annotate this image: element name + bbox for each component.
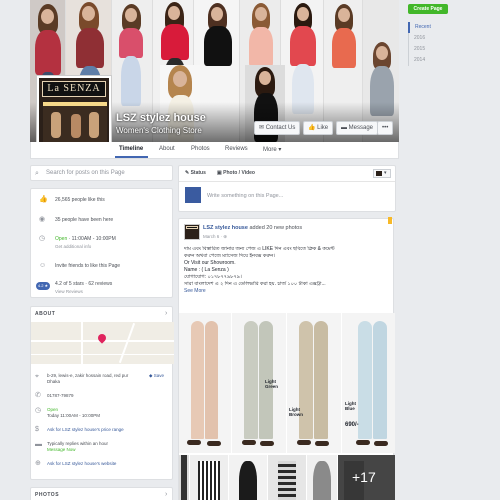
thumbnail-1[interactable] (179, 455, 189, 500)
response-time[interactable]: Typically replies within an hour Message … (47, 441, 108, 453)
invite-friends-link[interactable]: Invite friends to like this Page (55, 263, 120, 269)
tab-timeline[interactable]: Timeline (119, 146, 143, 152)
page-search-box[interactable]: ⌕ Search for posts on this Page (30, 165, 173, 181)
globe-icon: ⊕ (223, 234, 228, 239)
year-2016[interactable]: 2016 (409, 33, 431, 44)
photo-video-tab[interactable]: ▣ Photo / Video (217, 170, 255, 176)
current-user-avatar (185, 187, 201, 203)
pants-photo-4[interactable]: Light Blue 690/- (342, 313, 395, 453)
address[interactable]: b-29, lewis-e, zakir hossain road, red p… (47, 373, 142, 385)
bookmark-icon (388, 217, 392, 224)
website-link[interactable]: Ask for LSZ stylez house's website (47, 461, 116, 467)
tab-more[interactable]: More ▾ (263, 146, 281, 153)
page-stats-card: 👍 26,565 people like this ◉ 35 people ha… (30, 188, 173, 298)
post-author-avatar[interactable] (184, 224, 200, 240)
phone-icon: ✆ (35, 392, 41, 399)
been-here-count[interactable]: 35 people have been here (55, 217, 113, 223)
price-range-link[interactable]: Ask for LSZ stylez house's price range (47, 427, 124, 433)
post-timestamp[interactable]: March 6 · ⊕ (203, 234, 227, 240)
location-map[interactable] (31, 322, 174, 364)
post-header: LSZ stylez house added 20 new photos (203, 225, 303, 231)
message-button[interactable]: ▬ Message (336, 121, 379, 135)
facebook-page: La SENZA LSZ stylez house Women's Clothi… (0, 0, 500, 500)
year-recent[interactable]: Recent (408, 22, 431, 33)
create-page-button[interactable]: Create Page (408, 4, 448, 14)
opening-hours[interactable]: Open · 11:00AM - 10:00PM Get additional i… (55, 236, 116, 249)
active-tab-indicator (115, 156, 148, 158)
tab-about[interactable]: About (159, 146, 175, 152)
light-blue-label: Light Blue (345, 401, 356, 411)
year-2014[interactable]: 2014 (409, 55, 431, 66)
clock-icon: ◷ (35, 407, 42, 414)
about-heading[interactable]: ABOUT (35, 311, 55, 317)
thumbnail-5[interactable] (307, 455, 337, 500)
chevron-right-icon[interactable]: › (165, 310, 167, 318)
photos-heading[interactable]: PHOTOS (35, 492, 59, 498)
search-placeholder: Search for posts on this Page (46, 170, 125, 176)
thumbnail-4[interactable] (268, 455, 306, 500)
save-button[interactable]: ◆ Save (149, 373, 164, 379)
post-photo-thumbnails: +17 (179, 455, 395, 500)
envelope-icon: ✉ (259, 125, 266, 131)
pants-photo-3[interactable]: Light Brown (287, 313, 341, 453)
right-rail: Create Page Recent 2016 2015 2014 (405, 0, 500, 500)
post-author-link[interactable]: LSZ stylez house (203, 225, 248, 231)
rating-summary[interactable]: 4.2 of 5 stars · 62 reviews View Reviews (55, 281, 112, 294)
post-text: দাম এবং বিস্তারিত জানার জন্য পেজ এ LIKE … (184, 246, 390, 295)
tab-photos[interactable]: Photos (191, 146, 210, 152)
page-category[interactable]: Women's Clothing Store (116, 126, 202, 135)
thumbnail-2[interactable] (190, 455, 228, 500)
tab-reviews[interactable]: Reviews (225, 146, 248, 152)
thumbs-up-icon: 👍 (308, 125, 318, 131)
likes-count[interactable]: 26,565 people like this (55, 197, 105, 203)
search-icon: ⌕ (35, 170, 39, 177)
year-navigation: Recent 2016 2015 2014 (408, 22, 431, 66)
price-label: 690/- (345, 422, 359, 428)
pants-photo-1[interactable] (179, 313, 231, 453)
hours[interactable]: Open Today 11:00AM - 10:00PM (47, 407, 100, 419)
contact-us-button[interactable]: ✉ Contact Us (254, 121, 301, 135)
phone-number[interactable]: 01787-79879 (47, 393, 74, 399)
chevron-right-icon[interactable]: › (165, 491, 167, 499)
location-icon: ◉ (39, 216, 46, 223)
storefront-image (43, 102, 107, 146)
message-icon: ▬ (341, 125, 349, 131)
rating-badge: 4.2 ★ (36, 282, 50, 290)
photo-post: LSZ stylez house added 20 new photos Mar… (178, 217, 395, 500)
price-tag-icon: $ (35, 426, 39, 433)
photos-card: PHOTOS › (30, 487, 173, 500)
like-button[interactable]: 👍 Like (303, 121, 334, 135)
thumbnail-more[interactable]: +17 (338, 455, 395, 500)
profile-picture[interactable]: La SENZA (36, 75, 112, 151)
light-brown-label: Light Brown (289, 407, 303, 417)
see-more-link[interactable]: See More (184, 288, 390, 295)
about-card: ABOUT › ⌖ b-29, lewis-e, zakir hossain r… (30, 306, 174, 480)
location-pin-icon: ⌖ (35, 373, 39, 380)
more-photos-count: +17 (352, 469, 376, 485)
more-options-button[interactable]: ••• (377, 121, 394, 135)
page-tabs: Timeline About Photos Reviews More ▾ (30, 142, 399, 159)
year-2015[interactable]: 2015 (409, 44, 431, 55)
light-green-label: Light Green (265, 379, 279, 389)
status-input[interactable]: Write something on this Page... (207, 193, 283, 199)
post-photo-main[interactable]: Light Green Light Brown Light Blue 690/- (179, 313, 395, 453)
like-icon: 👍 (39, 196, 48, 203)
message-icon: ▬ (35, 441, 42, 448)
thumbnail-3[interactable] (229, 455, 267, 500)
status-composer: ✎ Status ▣ Photo / Video ▾ Write somethi… (178, 165, 396, 212)
pants-photo-2[interactable]: Light Green (232, 313, 286, 453)
la-senza-logo: La SENZA (42, 81, 106, 97)
clock-icon: ◷ (39, 235, 46, 242)
status-tab[interactable]: ✎ Status (185, 170, 206, 176)
post-as-selector[interactable]: ▾ (373, 169, 391, 178)
invite-icon: ☺ (39, 262, 47, 269)
globe-icon: ⊕ (35, 460, 41, 467)
page-name[interactable]: LSZ stylez house (116, 112, 206, 124)
